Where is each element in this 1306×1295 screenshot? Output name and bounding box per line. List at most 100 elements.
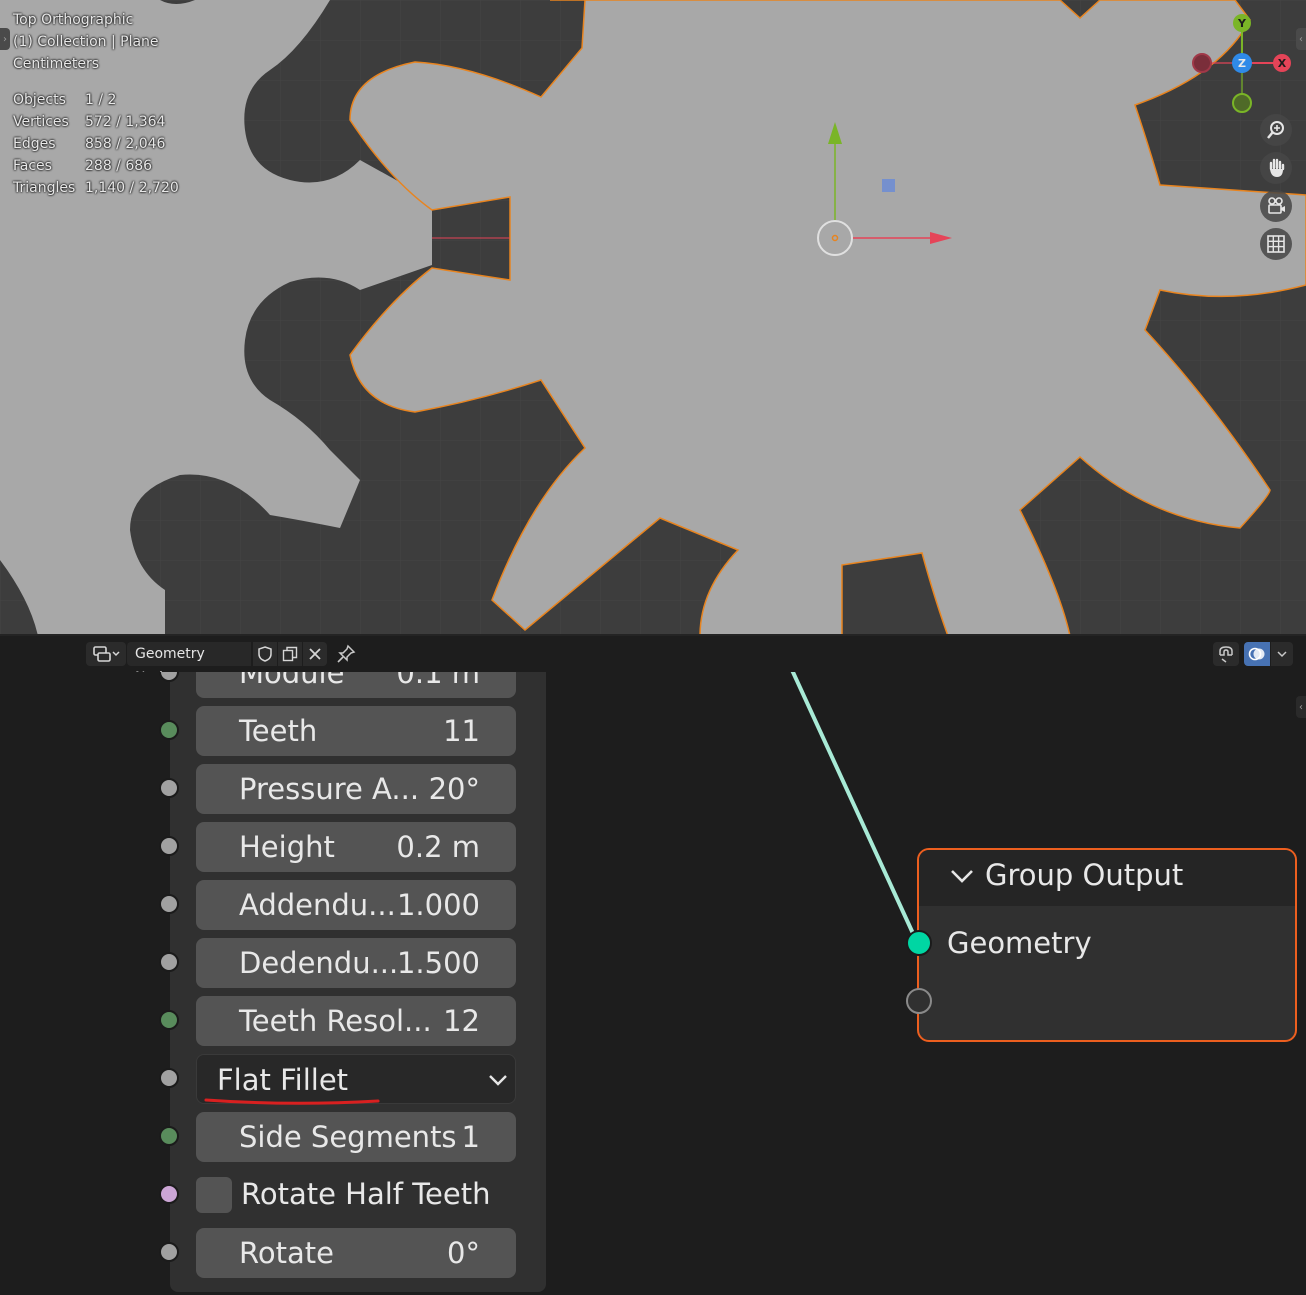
stat-value: 1,140 / 2,720 — [85, 180, 179, 196]
node-tree-browse-button[interactable] — [86, 642, 126, 666]
chevron-down-icon — [1277, 651, 1287, 658]
teeth-field[interactable]: Teeth 11 — [196, 706, 516, 756]
sidebar-expand-tab[interactable]: ‹ — [1296, 28, 1306, 50]
node-tree-name-field[interactable]: Geometry Nodes — [127, 642, 251, 686]
pan-button[interactable] — [1260, 152, 1292, 184]
chevron-down-icon — [489, 1075, 507, 1086]
dedendum-socket[interactable] — [159, 952, 179, 972]
group-output-header[interactable]: Group Output — [919, 850, 1295, 906]
field-value: 11 — [443, 714, 480, 748]
fake-user-button[interactable] — [253, 642, 277, 666]
camera-icon — [1268, 197, 1285, 214]
empty-input-socket[interactable] — [906, 988, 932, 1014]
dedendum-field[interactable]: Dedendu... 1.500 — [196, 938, 516, 988]
dropdown-value: Flat Fillet — [217, 1063, 349, 1097]
overlay-toggle-button[interactable] — [1244, 642, 1270, 666]
addendum-field[interactable]: Addendu... 1.000 — [196, 880, 516, 930]
field-label: Teeth Resol... — [239, 1004, 432, 1038]
camera-view-button[interactable] — [1260, 190, 1292, 222]
duplicate-tree-button[interactable] — [278, 642, 302, 666]
chevron-left-icon: ‹ — [1299, 701, 1303, 713]
pin-button[interactable] — [336, 644, 356, 664]
group-output-node[interactable]: Group Output Geometry — [917, 848, 1297, 1042]
x-axis-label: X — [1278, 57, 1287, 70]
addendum-socket[interactable] — [159, 894, 179, 914]
field-label: Pressure A... — [239, 772, 420, 806]
rotate-field[interactable]: Rotate 0° — [196, 1228, 516, 1278]
stat-label: Triangles — [13, 180, 76, 196]
field-value: 0.2 m — [396, 830, 480, 864]
magnet-icon — [1219, 646, 1233, 663]
perspective-toggle-button[interactable] — [1260, 228, 1292, 260]
view-name: Top Orthographic — [13, 12, 134, 28]
stat-label: Faces — [13, 158, 52, 174]
field-value: 0.1 m — [396, 672, 480, 690]
rotate-socket[interactable] — [159, 1242, 179, 1262]
field-value: 1.000 — [396, 888, 480, 922]
rotate-half-teeth-checkbox[interactable] — [196, 1177, 232, 1213]
pressure-angle-socket[interactable] — [159, 778, 179, 798]
field-value: 20° — [428, 772, 480, 806]
viewport-scene[interactable] — [0, 0, 1306, 636]
field-value: 0° — [447, 1236, 480, 1270]
stat-value: 288 / 686 — [85, 158, 153, 174]
collapse-chevron-icon[interactable] — [949, 866, 975, 886]
xy-plane-handle[interactable] — [882, 179, 895, 192]
field-value: 1 — [461, 1120, 480, 1154]
fillet-mode-socket[interactable] — [159, 1068, 179, 1088]
node-editor-canvas[interactable]: ‹ Module 0.1 m Teeth 11 Pressure A... 20… — [0, 672, 1306, 1295]
grid-icon — [1267, 235, 1285, 253]
copy-icon — [282, 646, 298, 662]
geometry-socket-label: Geometry — [947, 926, 1092, 960]
teeth-resolution-field[interactable]: Teeth Resol... 12 — [196, 996, 516, 1046]
navigation-gizmo[interactable]: Y X Z — [1186, 10, 1298, 116]
close-icon — [309, 648, 321, 660]
side-segments-socket[interactable] — [159, 1126, 179, 1146]
stat-label: Objects — [13, 92, 66, 108]
chevron-left-icon: ‹ — [1299, 33, 1303, 45]
collection-label: (1) Collection | Plane — [13, 34, 159, 50]
field-label: Teeth — [239, 714, 318, 748]
field-label: Rotate — [239, 1236, 334, 1270]
pressure-angle-field[interactable]: Pressure A... 20° — [196, 764, 516, 814]
rotate-half-teeth-socket[interactable] — [159, 1184, 179, 1204]
side-segments-field[interactable]: Side Segments 1 — [196, 1112, 516, 1162]
red-underline-annotation — [204, 1098, 380, 1105]
toolbar-expand-tab[interactable]: › — [0, 28, 10, 50]
zoom-button[interactable] — [1260, 114, 1292, 146]
stat-value: 1 / 2 — [85, 92, 117, 108]
geometry-link[interactable] — [790, 672, 918, 941]
field-value: 12 — [443, 1004, 480, 1038]
height-socket[interactable] — [159, 836, 179, 856]
geometry-input-socket[interactable] — [906, 930, 932, 956]
teeth-socket[interactable] — [159, 720, 179, 740]
3d-viewport[interactable]: Top Orthographic (1) Collection | Plane … — [0, 0, 1306, 636]
field-label: Side Segments — [239, 1120, 457, 1154]
unlink-tree-button[interactable] — [303, 642, 327, 666]
module-field[interactable]: Module 0.1 m — [196, 672, 516, 698]
pin-icon — [337, 644, 356, 663]
shield-icon — [258, 646, 272, 662]
y-axis-label: Y — [1237, 17, 1247, 30]
node-editor-header: Geometry Nodes — [0, 636, 1306, 686]
field-label: Dedendu... — [239, 946, 399, 980]
stat-value: 858 / 2,046 — [85, 136, 166, 152]
neg-y-axis-ball[interactable] — [1232, 93, 1252, 113]
units-label: Centimeters — [13, 56, 100, 72]
node-tree-icon — [93, 646, 120, 662]
field-label: Addendu... — [239, 888, 396, 922]
magnifier-plus-icon — [1267, 121, 1284, 139]
rotate-half-teeth-label: Rotate Half Teeth — [241, 1177, 491, 1211]
node-sidebar-expand-tab[interactable]: ‹ — [1296, 696, 1306, 718]
height-field[interactable]: Height 0.2 m — [196, 822, 516, 872]
teeth-resolution-socket[interactable] — [159, 1010, 179, 1030]
stat-label: Edges — [13, 136, 56, 152]
snap-toggle-button[interactable] — [1213, 642, 1239, 666]
stat-label: Vertices — [13, 114, 69, 130]
overlay-dropdown-button[interactable] — [1271, 642, 1293, 666]
neg-x-axis-ball[interactable] — [1192, 53, 1212, 73]
field-label: Height — [239, 830, 335, 864]
group-output-title: Group Output — [985, 858, 1184, 892]
chevron-right-icon: › — [3, 33, 7, 45]
overlay-icon — [1248, 647, 1265, 661]
